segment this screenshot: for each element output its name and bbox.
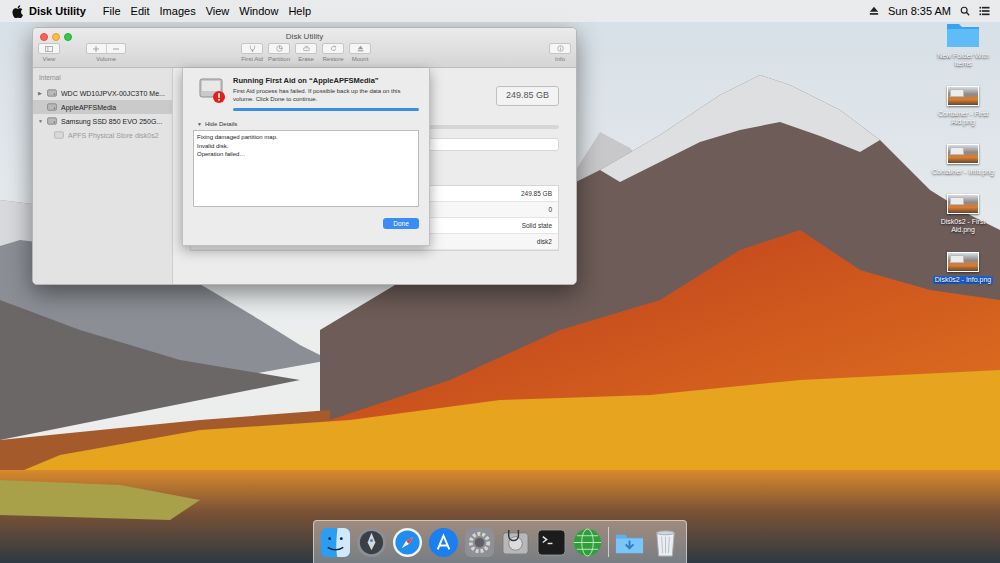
disclosure-icon: ▼	[197, 122, 202, 127]
first-aid-button[interactable]: First Aid	[241, 43, 263, 62]
details-box: Fixing damaged partition map.Invalid dis…	[193, 130, 419, 207]
info-value: 249.85 GB	[521, 189, 552, 199]
progress-fill	[233, 108, 419, 111]
zoom-button[interactable]	[64, 33, 72, 41]
app-menu[interactable]: Disk Utility	[29, 3, 86, 20]
capacity-box: 249.85 GB	[496, 86, 559, 106]
details-toggle[interactable]: ▼ Hide Details	[193, 120, 419, 128]
sidebar-icon	[45, 46, 53, 52]
menu-item[interactable]: View	[206, 3, 230, 20]
downloads-folder-icon[interactable]	[614, 527, 645, 558]
sidebar-item[interactable]: ▶ WDC WD10JPVX-00JC3T0 Me...	[33, 86, 172, 100]
menu-bar: Disk Utility File Edit Images View Window Hel…	[0, 0, 1000, 22]
trash-icon[interactable]	[650, 527, 681, 558]
disk-warning-icon	[197, 76, 227, 104]
erase-button[interactable]: Erase	[295, 43, 317, 62]
terminal-icon[interactable]	[536, 527, 567, 558]
mount-button[interactable]: Mount	[349, 43, 371, 62]
clock[interactable]: Sun 8:35 AM	[888, 3, 951, 20]
info-button[interactable]: Info	[549, 43, 571, 62]
sidebar-item-label: Samsung SSD 850 EVO 250G...	[61, 117, 162, 126]
restore-icon	[330, 45, 337, 52]
partition-button[interactable]: Partition	[268, 43, 290, 62]
minimize-button[interactable]	[52, 33, 60, 41]
sidebar-item[interactable]: APFS Physical Store disk0s2	[33, 128, 172, 142]
desktop-icon[interactable]: Disk0s2 - Info.png	[928, 242, 998, 284]
details-line: Fixing damaged partition map.	[197, 133, 415, 142]
desktop-icon[interactable]: Disk0s2 - First Aid.png	[928, 184, 998, 234]
restore-button[interactable]: Restore	[322, 43, 344, 62]
menu-item[interactable]: File	[103, 3, 121, 20]
desktop-icon-label: New Folder With Items	[929, 52, 997, 68]
progress-track	[233, 108, 419, 111]
info-value: Solid state	[522, 221, 552, 231]
add-volume-icon	[87, 46, 106, 52]
info-value: 0	[548, 205, 552, 215]
info-icon	[557, 45, 564, 52]
folder-icon	[946, 18, 980, 48]
sidebar-header: Internal	[33, 73, 172, 82]
menu-list: File Edit Images View Window Help	[103, 3, 311, 20]
sheet-message: First Aid process has failed. If possibl…	[233, 88, 419, 103]
disclosure-icon[interactable]: ▶	[38, 91, 47, 96]
drive-icon	[47, 117, 57, 125]
sheet-title: Running First Aid on “AppleAPFSMedia”	[233, 76, 419, 86]
notification-center-icon[interactable]	[979, 6, 990, 16]
sidebar: Internal ▶ WDC WD10JPVX-00JC3T0 Me... Appl…	[33, 68, 173, 284]
window-title: Disk Utility	[286, 31, 323, 43]
drive-icon	[47, 89, 57, 97]
dock-separator	[608, 527, 609, 557]
info-value: disk2	[537, 237, 552, 247]
mount-icon	[357, 45, 364, 52]
spotlight-icon[interactable]	[960, 6, 970, 16]
disk-utility-window: Disk Utility View Volume	[32, 27, 577, 285]
desktop-icon-label: Container - First Aid.png	[929, 110, 997, 126]
toolbar: Disk Utility View Volume	[33, 28, 576, 68]
image-file-icon	[947, 76, 979, 106]
desktop-icon-label: Container - Info.png	[930, 168, 996, 176]
network-globe-icon[interactable]	[572, 527, 603, 558]
finder-icon[interactable]	[320, 527, 351, 558]
image-file-icon	[947, 134, 979, 164]
sidebar-item-label: AppleAPFSMedia	[61, 103, 116, 112]
desktop-icon[interactable]: Container - Info.png	[928, 134, 998, 176]
desktop-icons: New Folder With Items Container - First A…	[928, 18, 998, 284]
sidebar-item-label: WDC WD10JPVX-00JC3T0 Me...	[61, 89, 165, 98]
safari-icon[interactable]	[392, 527, 423, 558]
menu-item[interactable]: Window	[239, 3, 278, 20]
menu-item[interactable]: Help	[288, 3, 311, 20]
stethoscope-icon	[249, 45, 256, 52]
app-store-icon[interactable]	[428, 527, 459, 558]
sidebar-item-label: APFS Physical Store disk0s2	[68, 131, 159, 140]
launchpad-icon[interactable]	[356, 527, 387, 558]
disk-utility-icon[interactable]	[500, 527, 531, 558]
dock	[313, 520, 687, 563]
done-button[interactable]: Done	[383, 218, 419, 229]
details-line: Operation failed…	[197, 150, 415, 159]
drive-icon	[47, 103, 57, 111]
volume-icon	[54, 131, 64, 139]
eject-icon[interactable]	[869, 6, 879, 16]
image-file-icon	[947, 242, 979, 272]
menu-item[interactable]: Edit	[131, 3, 150, 20]
remove-volume-icon	[107, 46, 126, 52]
first-aid-sheet: Running First Aid on “AppleAPFSMedia” Fi…	[182, 68, 430, 246]
volume-button[interactable]: Volume	[86, 43, 126, 62]
image-file-icon	[947, 184, 979, 214]
sidebar-item[interactable]: ▼ Samsung SSD 850 EVO 250G...	[33, 114, 172, 128]
desktop-icon-label: Disk0s2 - Info.png	[933, 276, 993, 284]
disclosure-icon[interactable]: ▼	[38, 119, 47, 124]
desktop-icon[interactable]: New Folder With Items	[928, 18, 998, 68]
sidebar-item[interactable]: AppleAPFSMedia	[33, 100, 172, 114]
menu-item[interactable]: Images	[160, 3, 196, 20]
details-line: Invalid disk.	[197, 142, 415, 151]
desktop-icon[interactable]: Container - First Aid.png	[928, 76, 998, 126]
desktop-icon-label: Disk0s2 - First Aid.png	[929, 218, 997, 234]
pie-icon	[276, 45, 283, 52]
view-button[interactable]: View	[38, 43, 60, 62]
close-button[interactable]	[40, 33, 48, 41]
apple-menu-icon[interactable]	[12, 4, 24, 18]
system-preferences-icon[interactable]	[464, 527, 495, 558]
erase-icon	[303, 45, 310, 52]
